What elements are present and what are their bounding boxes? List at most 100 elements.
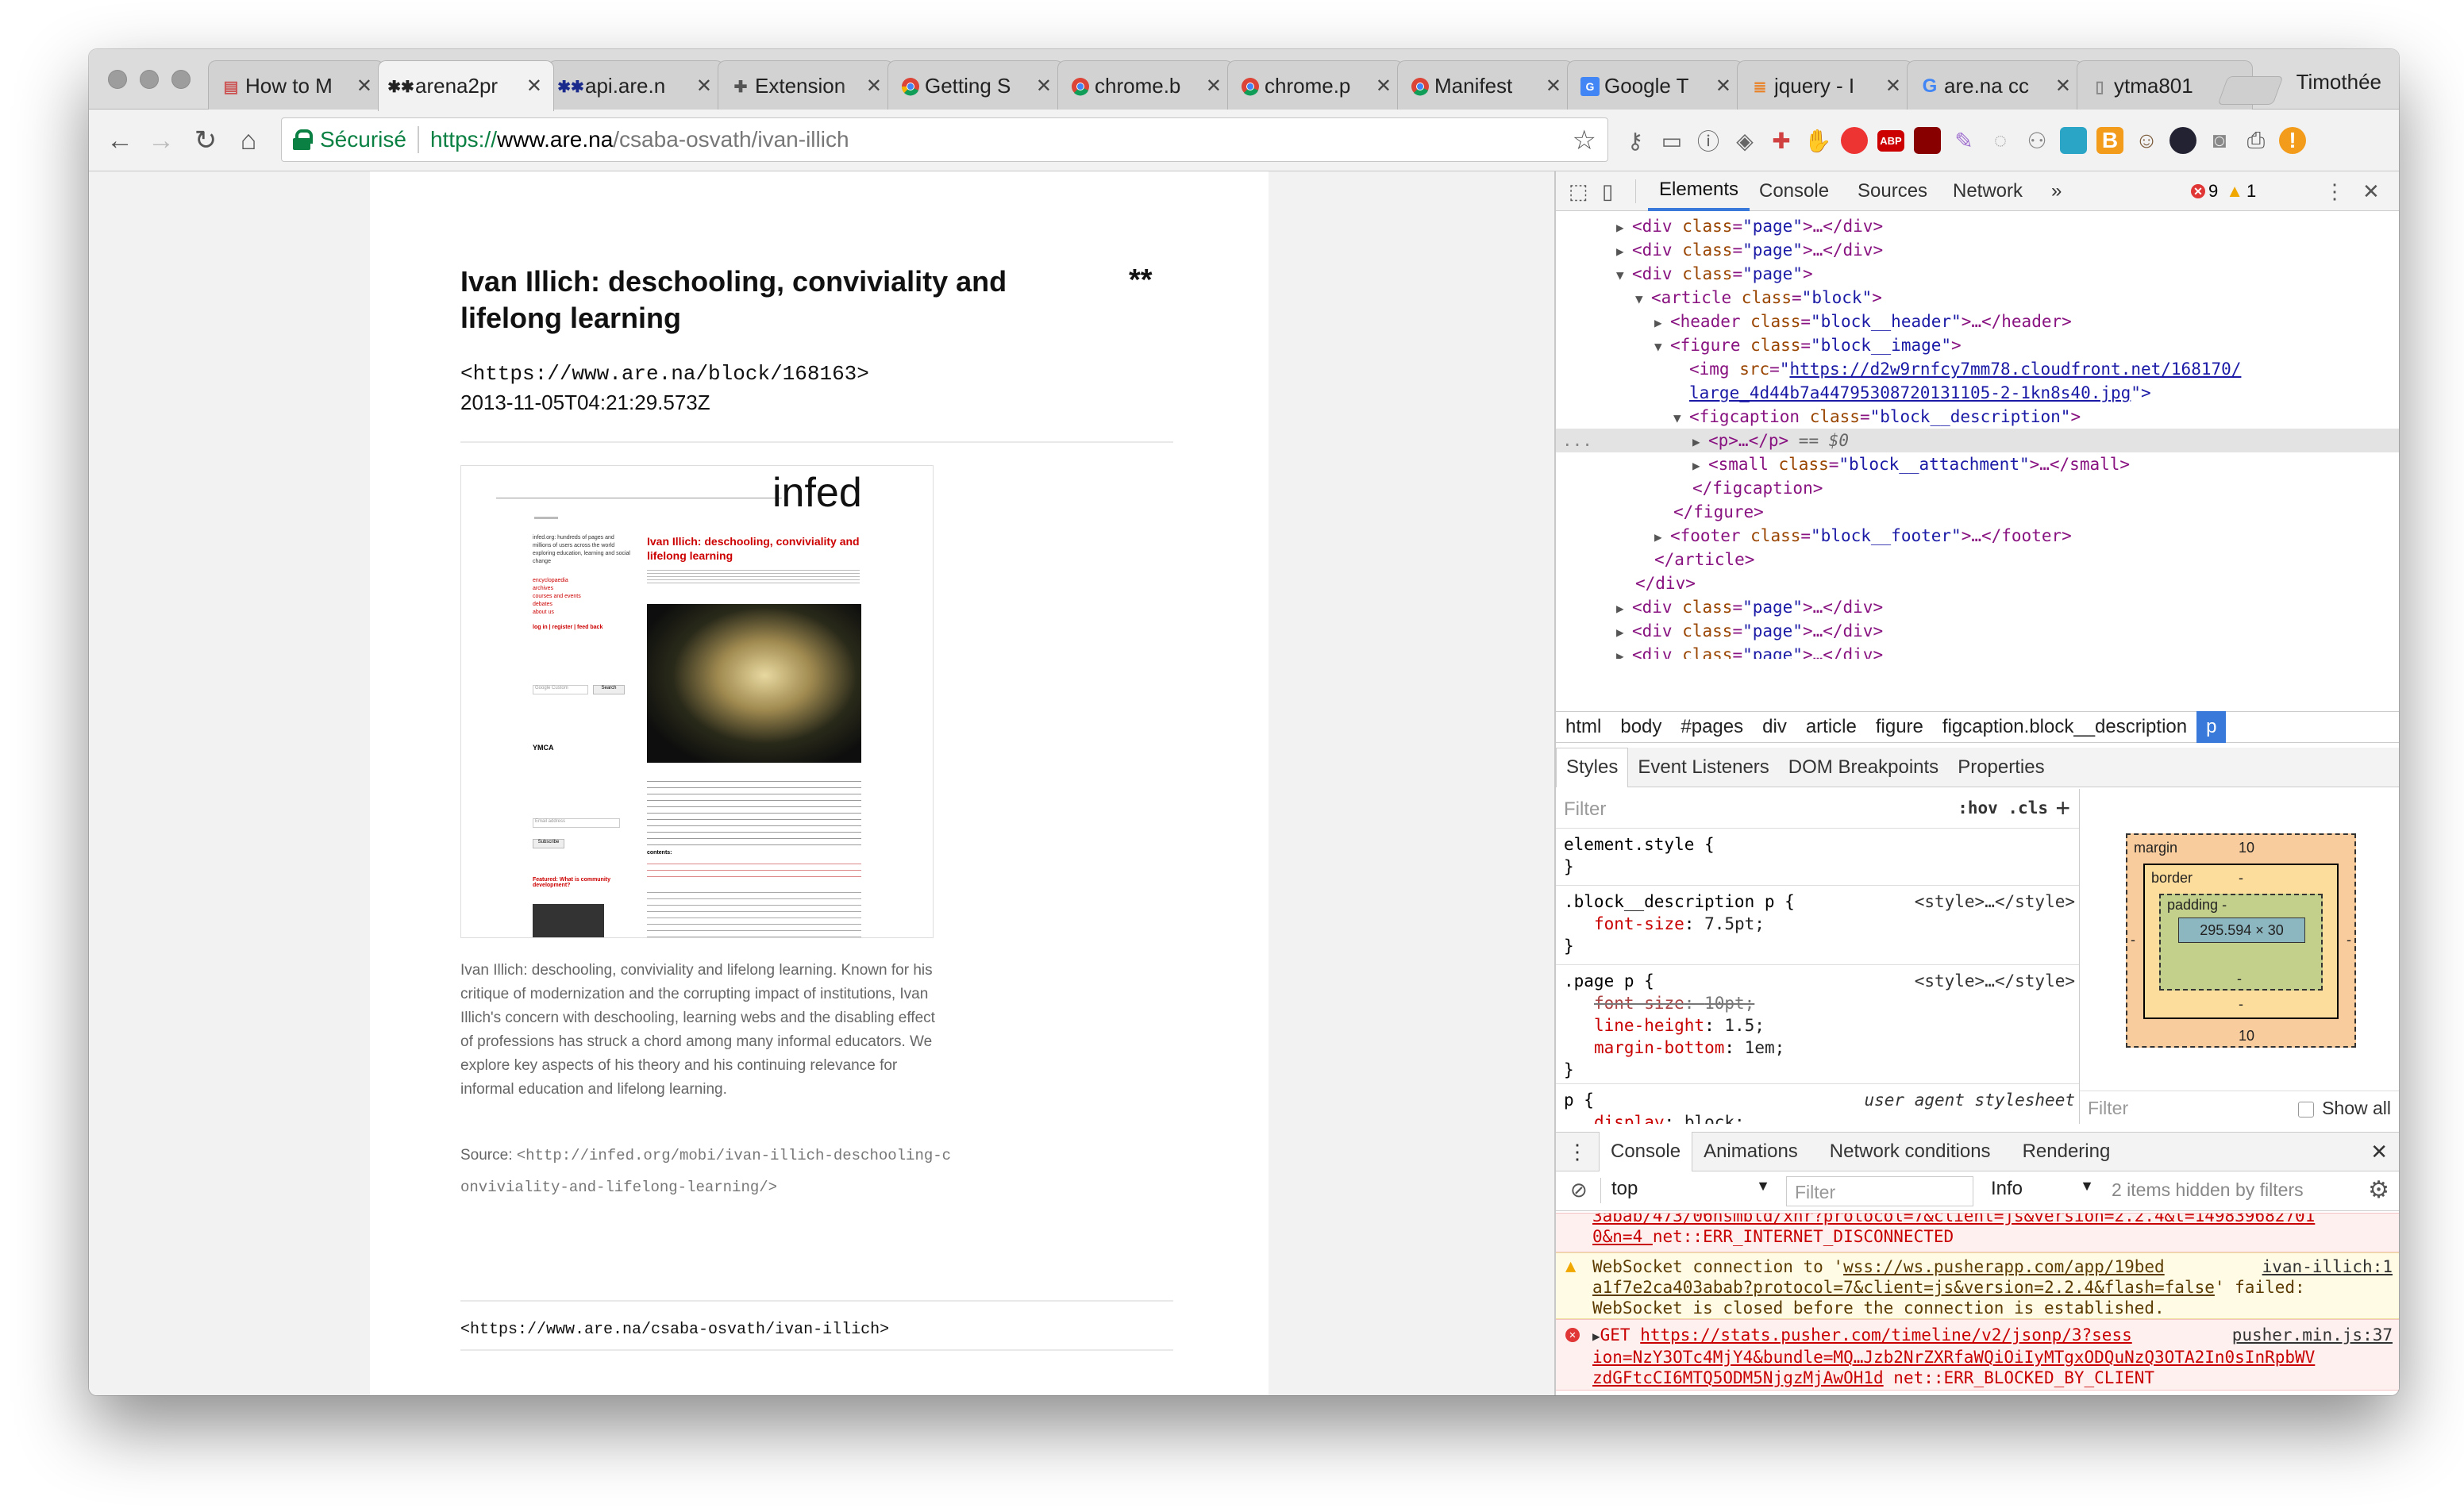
dom-node[interactable]: ▶ <div class="page">…</div>	[1556, 643, 2399, 659]
box-model-padding[interactable]: padding - - 295.594 × 30	[2159, 894, 2323, 991]
margin-top-value[interactable]: 10	[2239, 840, 2254, 856]
expand-icon[interactable]: ▶	[1616, 621, 1632, 644]
issue-counter[interactable]: ✕ 9 ▲ 1	[2191, 181, 2256, 202]
cast-icon[interactable]: ▭	[1654, 121, 1689, 160]
border-bottom-value[interactable]: -	[2239, 996, 2243, 1013]
context-select[interactable]: top ▼	[1611, 1178, 1770, 1205]
adblock-icon[interactable]: ABP	[1873, 121, 1908, 160]
console-filter-input[interactable]: Filter	[1786, 1176, 1973, 1206]
css-declaration[interactable]: margin-bottom: 1em;	[1564, 1037, 2072, 1059]
tab-sources[interactable]: Sources	[1846, 171, 1938, 211]
home-icon[interactable]: ⌂	[229, 121, 268, 160]
css-rule[interactable]: .page p { <style>…</style> font-size: 10…	[1556, 965, 2079, 1084]
expand-icon[interactable]: ▶	[1654, 525, 1670, 549]
dom-node[interactable]: </figcaption>	[1556, 476, 2399, 500]
close-tab-icon[interactable]: ✕	[2055, 75, 2071, 98]
extension-key-icon[interactable]: ⚷	[1618, 121, 1653, 160]
crumb-selected[interactable]: p	[2196, 711, 2227, 743]
zoom-window-button[interactable]	[171, 70, 191, 89]
css-rule[interactable]: p { user agent stylesheet display: block…	[1556, 1084, 2079, 1124]
drawer-menu-icon[interactable]: ⋮	[1556, 1140, 1599, 1164]
tab-1[interactable]: ✱✱ arena2pr ✕	[378, 60, 554, 111]
vivaldi-icon[interactable]	[1837, 121, 1872, 160]
dom-node[interactable]: ▶ <footer class="block__footer">…</footer…	[1556, 524, 2399, 548]
css-rule[interactable]: .block__description p { <style>…</style>…	[1556, 886, 2079, 965]
margin-left-value[interactable]: -	[2131, 932, 2135, 948]
crumb[interactable]: body	[1611, 711, 1671, 743]
tab-5[interactable]: chrome.b ✕	[1057, 60, 1234, 110]
dom-node[interactable]: ▶ <div class="page">…</div>	[1556, 238, 2399, 262]
close-tab-icon[interactable]: ✕	[1715, 75, 1731, 98]
new-rule-icon[interactable]: +	[2055, 794, 2070, 823]
tab-elements[interactable]: Elements	[1648, 171, 1750, 211]
close-tab-icon[interactable]: ✕	[1885, 75, 1901, 98]
expand-icon[interactable]: ▶	[1616, 597, 1632, 621]
tab-network[interactable]: Network	[1942, 171, 2034, 211]
css-declaration[interactable]: display: block;	[1564, 1111, 2072, 1124]
reload-icon[interactable]: ↻	[186, 121, 225, 160]
box-model-content[interactable]: 295.594 × 30	[2178, 917, 2305, 943]
dom-node[interactable]: ▶ <div class="page">…</div>	[1556, 214, 2399, 238]
rule-source-link[interactable]: <style>…</style>	[1915, 970, 2075, 992]
rule-source-link[interactable]: <style>…</style>	[1915, 891, 2075, 913]
drawer-tab-console[interactable]: Console	[1599, 1132, 1693, 1171]
dom-node[interactable]: </div>	[1556, 571, 2399, 595]
forward-icon[interactable]: →	[141, 121, 181, 160]
border-top-value[interactable]: -	[2239, 870, 2243, 887]
drawer-tab-rendering[interactable]: Rendering	[2012, 1132, 2122, 1171]
avatar-extension-icon[interactable]: ☺	[2129, 121, 2164, 160]
show-all-checkbox[interactable]: Show all	[2298, 1098, 2391, 1119]
block-url[interactable]: <https://www.are.na/block/168163>	[460, 362, 869, 386]
tab-9[interactable]: ≣ jquery - I ✕	[1737, 60, 1913, 110]
dom-node[interactable]: ▶ <div class="page">…</div>	[1556, 595, 2399, 619]
dom-node-selected[interactable]: ... ▶ <p>…</p> == $0	[1556, 429, 2399, 452]
crumb[interactable]: figcaption.block__description	[1933, 711, 2196, 743]
expand-icon[interactable]: ▶	[1692, 454, 1708, 478]
camera-icon[interactable]: ◙	[2202, 121, 2237, 160]
tab-dom-breakpoints[interactable]: DOM Breakpoints	[1779, 748, 1948, 787]
expand-icon[interactable]: ▶	[1616, 644, 1632, 659]
tab-4[interactable]: Getting S ✕	[887, 60, 1064, 110]
arena-logo[interactable]: **	[1129, 264, 1153, 298]
close-tab-icon[interactable]: ✕	[1376, 75, 1392, 98]
profile-name[interactable]: Timothée	[2297, 70, 2381, 94]
drawer-tab-animations[interactable]: Animations	[1692, 1132, 1809, 1171]
dom-node[interactable]: ▶ <div class="page">…</div>	[1556, 619, 2399, 643]
message-source-link[interactable]: pusher.min.js:37	[2223, 1325, 2393, 1345]
tab-6[interactable]: chrome.p ✕	[1227, 60, 1403, 110]
dom-node[interactable]: ▶ <header class="block__header">…</header…	[1556, 310, 2399, 333]
channel-url[interactable]: <https://www.are.na/csaba-osvath/ivan-il…	[460, 1321, 889, 1339]
log-level-select[interactable]: Info ▼	[1991, 1178, 2094, 1200]
tab-properties[interactable]: Properties	[1948, 748, 2054, 787]
tab-styles[interactable]: Styles	[1556, 747, 1629, 787]
dom-node[interactable]: ▼ <article class="block">	[1556, 286, 2399, 310]
feather-icon[interactable]: ✎	[1946, 121, 1981, 160]
dom-node[interactable]: ▶ <small class="block__attachment">…</sma…	[1556, 452, 2399, 476]
drawer-tab-network-conditions[interactable]: Network conditions	[1819, 1132, 2002, 1171]
collapse-icon[interactable]: ▼	[1673, 406, 1689, 430]
b-extension-icon[interactable]: B	[2092, 121, 2127, 160]
close-tab-icon[interactable]: ✕	[1036, 75, 1052, 98]
close-tab-icon[interactable]: ✕	[866, 75, 882, 98]
node-actions-icon[interactable]: ...	[1562, 429, 1592, 452]
hand-icon[interactable]: ✋	[1800, 121, 1835, 160]
minimize-window-button[interactable]	[140, 70, 159, 89]
tab-8[interactable]: G Google T ✕	[1567, 60, 1743, 110]
crumb[interactable]: article	[1796, 711, 1866, 743]
new-tab-button[interactable]	[2217, 76, 2284, 105]
tab-3[interactable]: ✚ Extension ✕	[718, 60, 894, 110]
expand-icon[interactable]: ▶	[1654, 311, 1670, 335]
user-icon[interactable]: ⚇	[2019, 121, 2054, 160]
close-tab-icon[interactable]: ✕	[356, 75, 372, 98]
margin-right-value[interactable]: -	[2347, 932, 2351, 948]
crumb[interactable]: #pages	[1671, 711, 1753, 743]
css-declaration[interactable]: font-size: 7.5pt;	[1564, 913, 2072, 935]
message-url[interactable]: wss://ws.pusherapp.com/app/19bed	[1843, 1257, 2165, 1276]
crumb[interactable]: figure	[1866, 711, 1933, 743]
close-window-button[interactable]	[108, 70, 127, 89]
expand-icon[interactable]: ▶	[1616, 240, 1632, 264]
kebab-menu-icon[interactable]: ⋮	[2324, 179, 2345, 204]
inspect-icon[interactable]: ⬚	[1569, 179, 1588, 204]
message-url[interactable]: 3abab/473/06nsmbld/xhr?protocol=7&client…	[1592, 1214, 2393, 1226]
reader-icon[interactable]	[2056, 121, 2091, 160]
